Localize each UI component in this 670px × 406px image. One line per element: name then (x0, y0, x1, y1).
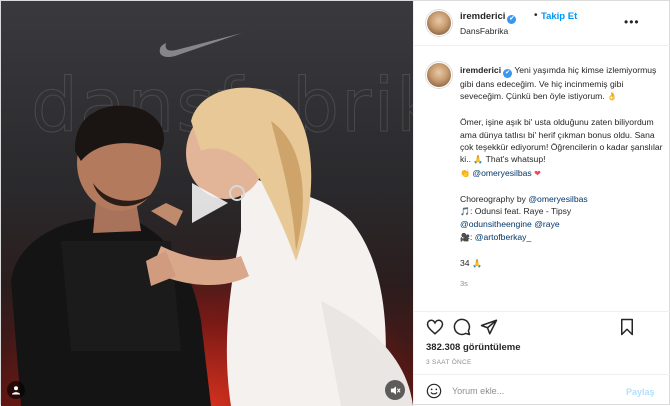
nike-swoosh-logo (159, 33, 242, 57)
praying-hands-emoji: 🙏 (473, 155, 484, 165)
caption-username[interactable]: iremderici (460, 65, 501, 75)
music-credit: : Odunsi feat. Raye - Tipsy (469, 206, 572, 217)
location-link[interactable]: DansFabrika (460, 26, 508, 36)
muted-speaker-icon (390, 385, 401, 395)
choreographer-mention-link[interactable]: @omeryesilbas (528, 194, 587, 204)
music-note-emoji: 🎵 (460, 207, 470, 217)
red-heart-emoji: ❤ (534, 168, 541, 178)
paper-plane-icon[interactable] (480, 318, 498, 336)
verified-badge-icon: ✔ (507, 15, 517, 24)
comment-input[interactable] (452, 382, 612, 400)
post-comment-button[interactable]: Paylaş (626, 387, 655, 397)
caption-paragraph-2-tail: That's whatsup! (485, 154, 546, 165)
play-icon[interactable] (182, 177, 234, 229)
user-icon (12, 386, 20, 395)
heart-outline-icon[interactable] (426, 318, 444, 336)
artist-mention-link[interactable]: @odunsitheengine (460, 219, 532, 229)
ok-hand-emoji: 👌 (607, 92, 618, 102)
post-time[interactable]: 3 SAAT ÖNCE (426, 359, 472, 366)
avatar[interactable] (426, 10, 452, 36)
caption-text: iremderici ✔ Yeni yaşımda hiç kimse izlem… (460, 64, 664, 290)
bookmark-icon[interactable] (618, 318, 636, 336)
praying-hands-emoji: 🙏 (471, 258, 482, 268)
add-comment-bar: Paylaş (414, 374, 670, 406)
post-header: iremderici ✔ • Takip Et DansFabrika ••• (414, 1, 670, 46)
more-options-icon[interactable]: ••• (624, 15, 640, 29)
clapping-hands-emoji: 👏 (460, 168, 470, 178)
follow-button[interactable]: Takip Et (541, 11, 577, 22)
caption-avatar[interactable] (426, 62, 452, 88)
username-text[interactable]: iremderici (460, 11, 505, 22)
instagram-post: dansfabrika (0, 0, 670, 406)
post-details-panel: iremderici ✔ • Takip Et DansFabrika ••• i… (413, 1, 670, 406)
camera-prefix: : (469, 231, 473, 242)
caption-timestamp: 3s (460, 279, 468, 289)
verified-badge-icon: ✔ (503, 69, 513, 78)
tagged-users-button[interactable] (7, 381, 25, 399)
videographer-mention-link[interactable]: @artofberkay_ (475, 232, 532, 242)
caption-area: iremderici ✔ Yeni yaşımda hiç kimse izlem… (414, 47, 670, 307)
caption-count: 34 (460, 257, 470, 268)
movie-camera-emoji: 🎥 (460, 232, 470, 242)
comment-icon[interactable] (453, 318, 471, 336)
smiley-icon[interactable] (426, 383, 442, 399)
female-dancer (146, 87, 413, 406)
mute-button[interactable] (385, 380, 405, 400)
featured-artist-mention-link[interactable]: @raye (534, 219, 559, 229)
choreography-label: Choreography by (460, 193, 526, 204)
post-actions-bar (414, 311, 670, 341)
post-username[interactable]: iremderici ✔ (460, 11, 517, 24)
separator-dot: • (534, 10, 538, 21)
mention-link[interactable]: @omeryesilbas (472, 168, 531, 178)
view-count[interactable]: 382.308 görüntüleme (426, 342, 521, 353)
post-video[interactable]: dansfabrika (1, 1, 413, 406)
